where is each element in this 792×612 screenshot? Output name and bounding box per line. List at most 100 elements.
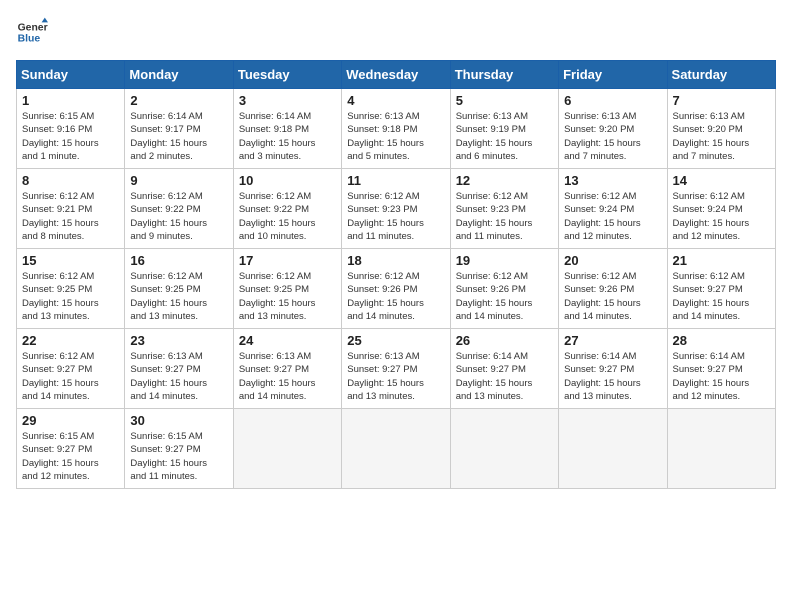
day-info: Sunrise: 6:15 AMSunset: 9:27 PMDaylight:… <box>130 430 227 483</box>
calendar-cell: 28 Sunrise: 6:14 AMSunset: 9:27 PMDayligh… <box>667 329 775 409</box>
day-number: 1 <box>22 93 119 108</box>
weekday-header-sunday: Sunday <box>17 61 125 89</box>
day-info: Sunrise: 6:13 AMSunset: 9:27 PMDaylight:… <box>347 350 444 403</box>
day-number: 12 <box>456 173 553 188</box>
day-info: Sunrise: 6:12 AMSunset: 9:26 PMDaylight:… <box>456 270 553 323</box>
day-info: Sunrise: 6:14 AMSunset: 9:27 PMDaylight:… <box>456 350 553 403</box>
day-number: 22 <box>22 333 119 348</box>
calendar-cell: 14Sunrise: 6:12 AMSunset: 9:24 PMDayligh… <box>667 169 775 249</box>
day-number: 27 <box>564 333 661 348</box>
weekday-header-friday: Friday <box>559 61 667 89</box>
svg-text:General: General <box>18 22 48 33</box>
day-number: 3 <box>239 93 336 108</box>
day-info: Sunrise: 6:13 AMSunset: 9:18 PMDaylight:… <box>347 110 444 163</box>
day-info: Sunrise: 6:12 AMSunset: 9:23 PMDaylight:… <box>456 190 553 243</box>
calendar-cell: 22 Sunrise: 6:12 AMSunset: 9:27 PMDayligh… <box>17 329 125 409</box>
day-info: Sunrise: 6:12 AMSunset: 9:27 PMDaylight:… <box>22 350 119 403</box>
calendar-cell <box>667 409 775 489</box>
day-info: Sunrise: 6:12 AMSunset: 9:24 PMDaylight:… <box>564 190 661 243</box>
calendar-cell: 17 Sunrise: 6:12 AMSunset: 9:25 PMDayligh… <box>233 249 341 329</box>
calendar-cell: 10Sunrise: 6:12 AMSunset: 9:22 PMDayligh… <box>233 169 341 249</box>
calendar-cell: 30 Sunrise: 6:15 AMSunset: 9:27 PMDayligh… <box>125 409 233 489</box>
day-info: Sunrise: 6:12 AMSunset: 9:23 PMDaylight:… <box>347 190 444 243</box>
day-info: Sunrise: 6:12 AMSunset: 9:24 PMDaylight:… <box>673 190 770 243</box>
calendar-cell: 5 Sunrise: 6:13 AMSunset: 9:19 PMDaylight… <box>450 89 558 169</box>
day-number: 17 <box>239 253 336 268</box>
weekday-header-thursday: Thursday <box>450 61 558 89</box>
day-info: Sunrise: 6:13 AMSunset: 9:20 PMDaylight:… <box>673 110 770 163</box>
day-number: 15 <box>22 253 119 268</box>
calendar-cell: 13 Sunrise: 6:12 AMSunset: 9:24 PMDayligh… <box>559 169 667 249</box>
calendar-cell: 23Sunrise: 6:13 AMSunset: 9:27 PMDayligh… <box>125 329 233 409</box>
day-number: 13 <box>564 173 661 188</box>
day-info: Sunrise: 6:14 AMSunset: 9:17 PMDaylight:… <box>130 110 227 163</box>
day-number: 2 <box>130 93 227 108</box>
day-number: 5 <box>456 93 553 108</box>
day-number: 30 <box>130 413 227 428</box>
calendar-cell: 18 Sunrise: 6:12 AMSunset: 9:26 PMDayligh… <box>342 249 450 329</box>
day-number: 18 <box>347 253 444 268</box>
day-number: 4 <box>347 93 444 108</box>
calendar-cell: 11 Sunrise: 6:12 AMSunset: 9:23 PMDayligh… <box>342 169 450 249</box>
day-number: 26 <box>456 333 553 348</box>
calendar-week-1: 1Sunrise: 6:15 AMSunset: 9:16 PMDaylight… <box>17 89 776 169</box>
day-info: Sunrise: 6:13 AMSunset: 9:27 PMDaylight:… <box>239 350 336 403</box>
calendar-cell: 21Sunrise: 6:12 AMSunset: 9:27 PMDayligh… <box>667 249 775 329</box>
day-number: 28 <box>673 333 770 348</box>
calendar-table: SundayMondayTuesdayWednesdayThursdayFrid… <box>16 60 776 489</box>
day-number: 23 <box>130 333 227 348</box>
day-info: Sunrise: 6:12 AMSunset: 9:25 PMDaylight:… <box>239 270 336 323</box>
svg-text:Blue: Blue <box>18 34 41 45</box>
day-number: 19 <box>456 253 553 268</box>
weekday-header-saturday: Saturday <box>667 61 775 89</box>
calendar-cell: 6 Sunrise: 6:13 AMSunset: 9:20 PMDaylight… <box>559 89 667 169</box>
page-header: General Blue <box>16 16 776 48</box>
day-number: 6 <box>564 93 661 108</box>
calendar-cell: 19 Sunrise: 6:12 AMSunset: 9:26 PMDayligh… <box>450 249 558 329</box>
calendar-week-4: 22 Sunrise: 6:12 AMSunset: 9:27 PMDayligh… <box>17 329 776 409</box>
calendar-cell: 2 Sunrise: 6:14 AMSunset: 9:17 PMDaylight… <box>125 89 233 169</box>
calendar-cell <box>342 409 450 489</box>
calendar-cell: 12 Sunrise: 6:12 AMSunset: 9:23 PMDayligh… <box>450 169 558 249</box>
day-info: Sunrise: 6:12 AMSunset: 9:26 PMDaylight:… <box>347 270 444 323</box>
calendar-cell: 24 Sunrise: 6:13 AMSunset: 9:27 PMDayligh… <box>233 329 341 409</box>
day-number: 25 <box>347 333 444 348</box>
day-info: Sunrise: 6:12 AMSunset: 9:21 PMDaylight:… <box>22 190 119 243</box>
day-number: 9 <box>130 173 227 188</box>
calendar-week-2: 8Sunrise: 6:12 AMSunset: 9:21 PMDaylight… <box>17 169 776 249</box>
calendar-cell: 26 Sunrise: 6:14 AMSunset: 9:27 PMDayligh… <box>450 329 558 409</box>
day-info: Sunrise: 6:13 AMSunset: 9:20 PMDaylight:… <box>564 110 661 163</box>
calendar-cell: 20 Sunrise: 6:12 AMSunset: 9:26 PMDayligh… <box>559 249 667 329</box>
day-info: Sunrise: 6:12 AMSunset: 9:26 PMDaylight:… <box>564 270 661 323</box>
day-number: 21 <box>673 253 770 268</box>
logo: General Blue <box>16 16 48 48</box>
calendar-cell: 25 Sunrise: 6:13 AMSunset: 9:27 PMDayligh… <box>342 329 450 409</box>
calendar-cell: 3 Sunrise: 6:14 AMSunset: 9:18 PMDaylight… <box>233 89 341 169</box>
day-info: Sunrise: 6:15 AMSunset: 9:27 PMDaylight:… <box>22 430 119 483</box>
day-number: 20 <box>564 253 661 268</box>
calendar-cell: 29 Sunrise: 6:15 AMSunset: 9:27 PMDayligh… <box>17 409 125 489</box>
calendar-week-3: 15 Sunrise: 6:12 AMSunset: 9:25 PMDayligh… <box>17 249 776 329</box>
day-number: 11 <box>347 173 444 188</box>
day-info: Sunrise: 6:14 AMSunset: 9:18 PMDaylight:… <box>239 110 336 163</box>
day-info: Sunrise: 6:14 AMSunset: 9:27 PMDaylight:… <box>673 350 770 403</box>
calendar-cell: 8Sunrise: 6:12 AMSunset: 9:21 PMDaylight… <box>17 169 125 249</box>
calendar-cell: 16 Sunrise: 6:12 AMSunset: 9:25 PMDayligh… <box>125 249 233 329</box>
calendar-body: 1Sunrise: 6:15 AMSunset: 9:16 PMDaylight… <box>17 89 776 489</box>
day-number: 7 <box>673 93 770 108</box>
day-number: 29 <box>22 413 119 428</box>
day-info: Sunrise: 6:13 AMSunset: 9:19 PMDaylight:… <box>456 110 553 163</box>
day-number: 16 <box>130 253 227 268</box>
calendar-week-5: 29 Sunrise: 6:15 AMSunset: 9:27 PMDayligh… <box>17 409 776 489</box>
weekday-header-monday: Monday <box>125 61 233 89</box>
day-number: 24 <box>239 333 336 348</box>
calendar-cell: 27 Sunrise: 6:14 AMSunset: 9:27 PMDayligh… <box>559 329 667 409</box>
calendar-cell <box>450 409 558 489</box>
weekday-header-wednesday: Wednesday <box>342 61 450 89</box>
calendar-cell: 7 Sunrise: 6:13 AMSunset: 9:20 PMDaylight… <box>667 89 775 169</box>
weekday-header-row: SundayMondayTuesdayWednesdayThursdayFrid… <box>17 61 776 89</box>
calendar-cell <box>559 409 667 489</box>
logo-icon: General Blue <box>16 16 48 48</box>
day-info: Sunrise: 6:12 AMSunset: 9:25 PMDaylight:… <box>130 270 227 323</box>
day-info: Sunrise: 6:14 AMSunset: 9:27 PMDaylight:… <box>564 350 661 403</box>
